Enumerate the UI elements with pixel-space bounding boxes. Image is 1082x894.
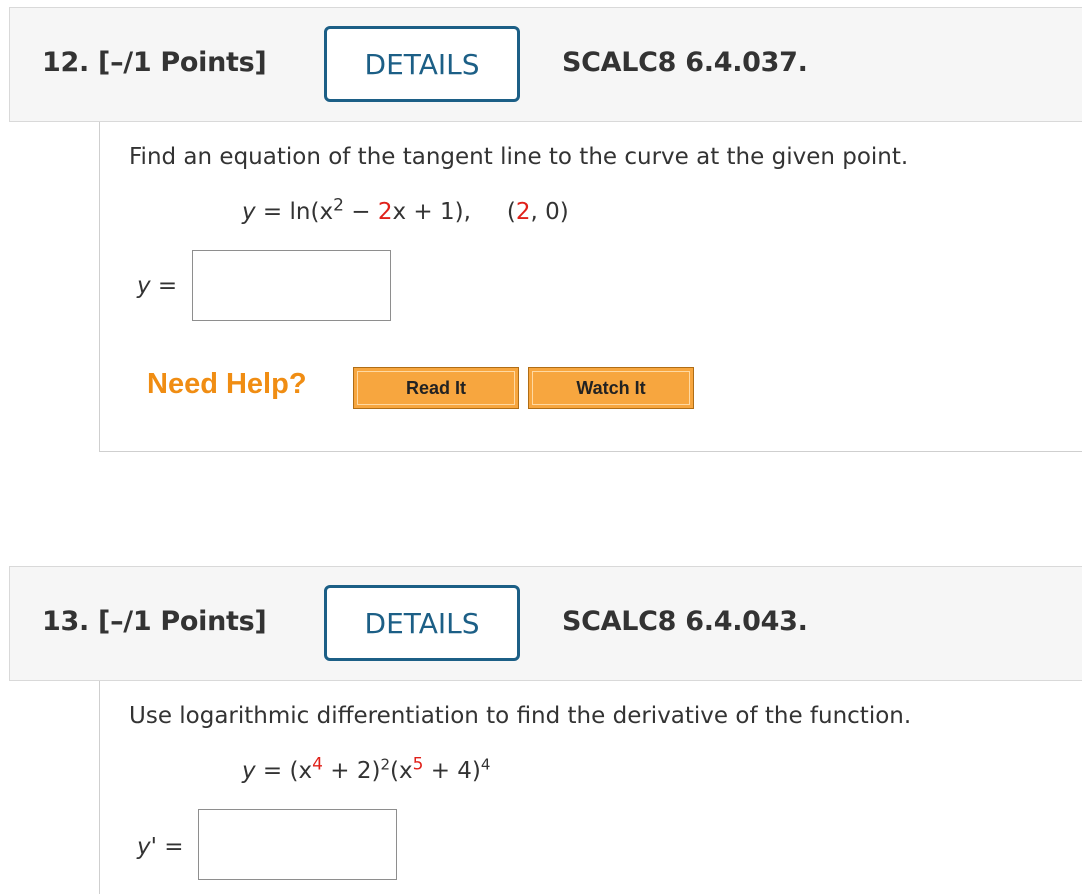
question-12-header: 12. [–/1 Points] DETAILS SCALC8 6.4.037. [9,7,1082,122]
details-button[interactable]: DETAILS [324,26,520,102]
question-code: SCALC8 6.4.037. [562,47,808,78]
question-code: SCALC8 6.4.043. [562,606,808,637]
question-12-body: Find an equation of the tangent line to … [99,122,1082,452]
equation: y = ln(x2 − 2x + 1), (2, 0) [242,195,569,225]
question-13-header: 13. [–/1 Points] DETAILS SCALC8 6.4.043. [9,566,1082,681]
question-13-body: Use logarithmic differentiation to find … [99,681,1082,894]
answer-input[interactable] [192,250,391,321]
watch-it-button[interactable]: Watch It [528,367,694,409]
question-number: 12. [–/1 Points] [42,47,267,78]
point-x-value: 2 [515,199,531,225]
question-prompt: Use logarithmic differentiation to find … [129,703,912,729]
question-number: 13. [–/1 Points] [42,606,267,637]
read-it-button[interactable]: Read It [353,367,519,409]
question-prompt: Find an equation of the tangent line to … [129,144,909,170]
answer-label: y = [137,273,178,299]
eq-y: y [242,199,256,225]
details-button[interactable]: DETAILS [324,585,520,661]
answer-label: y' = [137,834,184,860]
need-help-label: Need Help? [147,368,307,400]
randomized-exponent: 5 [412,754,424,775]
randomized-coefficient: 2 [377,199,393,225]
answer-input[interactable] [198,809,397,880]
equation: y = (x4 + 2)2(x5 + 4)4 [242,754,491,784]
randomized-exponent: 4 [312,754,323,775]
